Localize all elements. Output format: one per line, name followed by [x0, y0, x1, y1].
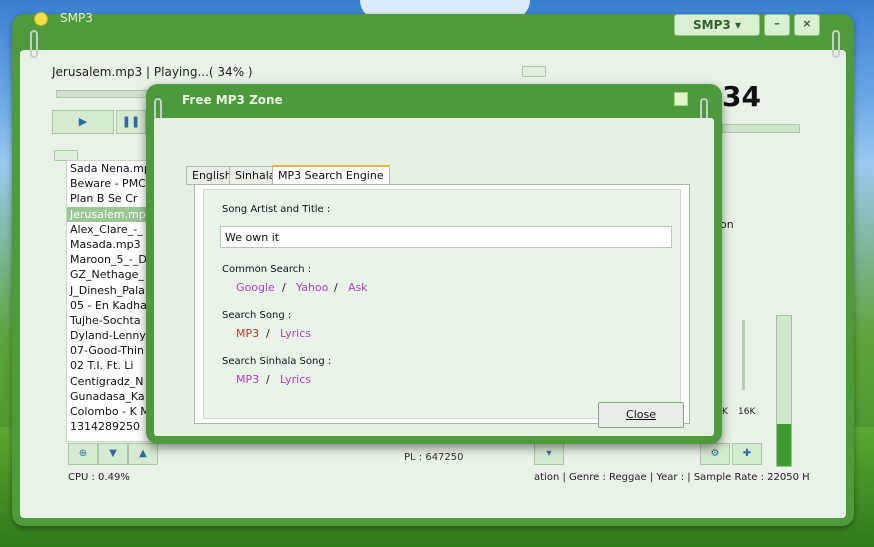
close-window-button[interactable]: × — [794, 14, 820, 36]
playlist-item[interactable]: Centigradz_N — [67, 374, 157, 389]
eq-slider[interactable] — [742, 320, 745, 390]
lyrics-link[interactable]: Lyrics — [280, 327, 311, 340]
separator: / — [266, 373, 270, 386]
binder-ring-icon — [832, 30, 840, 58]
playlist-item[interactable]: GZ_Nethage_ — [67, 267, 157, 282]
song-search-input[interactable] — [220, 226, 672, 248]
info-panel-grip[interactable] — [522, 66, 546, 77]
free-mp3-zone-dialog: Free MP3 Zone English Sinhala MP3 Search… — [146, 84, 722, 444]
playlist-item[interactable]: Masada.mp3 — [67, 237, 157, 252]
sinhala-lyrics-link[interactable]: Lyrics — [280, 373, 311, 386]
search-panel-inner: Song Artist and Title : Common Search : … — [203, 189, 681, 419]
playlist-item[interactable]: Plan B Se Cr — [67, 191, 157, 206]
play-button[interactable]: ▶ — [52, 110, 114, 134]
sinhala-song-label: Search Sinhala Song : — [222, 356, 332, 367]
time-display: 34 — [722, 80, 761, 113]
close-button[interactable]: Close — [598, 402, 684, 428]
pause-button[interactable]: ❚❚ — [116, 110, 146, 134]
move-up-button[interactable]: ▲ — [128, 443, 158, 465]
info-tool-button[interactable]: ▾ — [534, 443, 564, 465]
play-icon: ▶ — [78, 115, 88, 128]
track-info-status: ation | Genre : Reggae | Year : | Sample… — [534, 472, 810, 483]
gear-icon: ⚙ — [710, 448, 720, 459]
playlist-item[interactable]: Beware - PMC — [67, 176, 157, 191]
pause-icon: ❚❚ — [121, 115, 141, 128]
dialog-title: Free MP3 Zone — [182, 93, 283, 107]
google-link[interactable]: Google — [236, 281, 275, 294]
mp3-link[interactable]: MP3 — [236, 327, 259, 340]
ask-link[interactable]: Ask — [348, 281, 368, 294]
sinhala-mp3-link[interactable]: MP3 — [236, 373, 259, 386]
playlist-item[interactable]: 07-Good-Thin — [67, 343, 157, 358]
playlist-item[interactable]: Tujhe-Sochta — [67, 313, 157, 328]
seek-bar[interactable] — [56, 90, 158, 98]
eq-label: 16K — [738, 407, 756, 417]
add-track-button[interactable]: ⊕ — [68, 443, 98, 465]
app-logo-icon — [34, 12, 48, 26]
position-bar[interactable] — [722, 124, 800, 133]
volume-level — [777, 424, 791, 466]
separator: / — [266, 327, 270, 340]
yahoo-link[interactable]: Yahoo — [296, 281, 328, 294]
search-song-label: Search Song : — [222, 310, 292, 321]
app-title: SMP3 — [60, 11, 93, 25]
tool-icon: ▾ — [546, 448, 552, 459]
tab-mp3-search-engine[interactable]: MP3 Search Engine — [272, 165, 390, 185]
dialog-body: English Sinhala MP3 Search Engine Song A… — [154, 118, 714, 436]
playlist-item[interactable]: Jerusalem.mp — [67, 206, 157, 222]
playlist-item[interactable]: 02 T.I. Ft. Li — [67, 358, 157, 373]
info-partial-text: on — [720, 218, 734, 231]
cpu-status: CPU : 0.49% — [68, 472, 130, 483]
song-label: Song Artist and Title : — [222, 204, 331, 215]
playlist-item[interactable]: Sada Nena.mp — [67, 161, 157, 176]
playlist: Sada Nena.mp Beware - PMC Plan B Se Cr Jeru… — [66, 160, 158, 442]
playlist-item[interactable]: Colombo - K M — [67, 404, 157, 419]
extra-button[interactable]: ✚ — [732, 443, 762, 465]
volume-meter[interactable] — [776, 315, 792, 467]
minimize-button[interactable]: – — [764, 14, 790, 36]
eq-label: K — [722, 407, 728, 417]
separator: / — [282, 281, 286, 294]
settings-button[interactable]: ⚙ — [700, 443, 730, 465]
common-search-label: Common Search : — [222, 264, 312, 275]
dialog-close-icon[interactable] — [674, 92, 688, 106]
playlist-item[interactable]: J_Dinesh_Pala — [67, 283, 157, 298]
puzzle-icon: ✚ — [742, 448, 752, 459]
search-panel: Song Artist and Title : Common Search : … — [194, 184, 690, 424]
playlist-item[interactable]: Gunadasa_Ka — [67, 389, 157, 404]
now-playing-text: Jerusalem.mp3 | Playing...( 34% ) — [52, 65, 253, 79]
arrow-down-icon: ▼ — [109, 448, 117, 459]
separator: / — [334, 281, 338, 294]
playlist-item[interactable]: Alex_Clare_-_ — [67, 222, 157, 237]
playlist-item[interactable]: Maroon_5_-_D — [67, 252, 157, 267]
playlist-item[interactable]: 05 - En Kadha — [67, 298, 157, 313]
add-icon: ⊕ — [78, 448, 88, 459]
arrow-up-icon: ▲ — [139, 448, 147, 459]
playlist-item[interactable]: Dyland-Lenny- — [67, 328, 157, 343]
binder-ring-icon — [30, 30, 38, 58]
move-down-button[interactable]: ▼ — [98, 443, 128, 465]
playlist-count: PL : 647250 — [404, 452, 464, 463]
playlist-item[interactable]: 1314289250 — [67, 419, 157, 434]
skin-menu-button[interactable]: SMP3 ▾ — [674, 14, 760, 36]
